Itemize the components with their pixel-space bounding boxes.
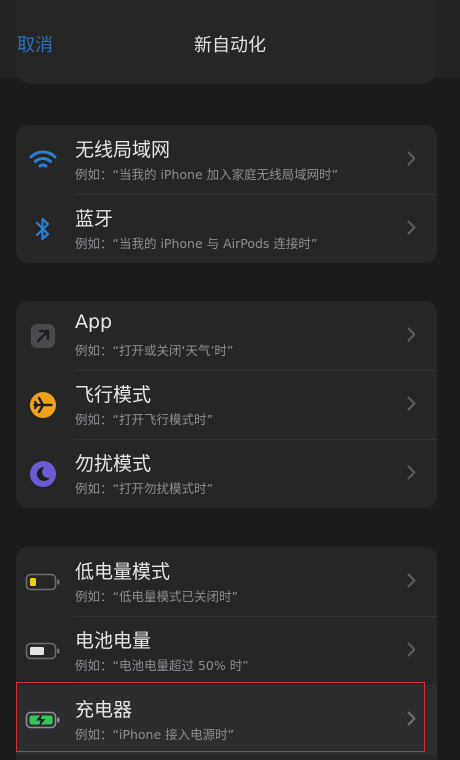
trigger-title: 充电器 — [75, 699, 133, 721]
battery-icon — [25, 636, 61, 666]
trigger-row-app[interactable]: App 例如：“打开或关闭‘天气’时” — [16, 301, 437, 370]
trigger-row-do-not-disturb[interactable]: 勿扰模式 例如：“打开勿扰模式时” — [16, 439, 437, 508]
chevron-right-icon — [407, 465, 416, 484]
trigger-subtitle: 例如：“打开飞行模式时” — [75, 412, 213, 427]
trigger-subtitle: 例如：“当我的 iPhone 加入家庭无线局域网时” — [75, 167, 339, 182]
trigger-group-connectivity: 无线局域网 例如：“当我的 iPhone 加入家庭无线局域网时” 蓝牙 例如：“… — [16, 125, 437, 263]
row-divider — [75, 194, 437, 195]
chevron-right-icon — [407, 711, 416, 730]
trigger-row-wifi[interactable]: 无线局域网 例如：“当我的 iPhone 加入家庭无线局域网时” — [16, 125, 437, 194]
page-title: 新自动化 — [194, 35, 266, 56]
trigger-subtitle: 例如：“打开勿扰模式时” — [75, 481, 213, 496]
trigger-title: 飞行模式 — [75, 384, 152, 406]
trigger-row-low-power-mode[interactable]: 低电量模式 例如：“低电量模式已关闭时” — [16, 547, 437, 616]
chevron-right-icon — [407, 220, 416, 239]
trigger-subtitle: 例如：“iPhone 接入电源时” — [75, 727, 235, 742]
trigger-title: 无线局域网 — [75, 139, 171, 161]
trigger-subtitle: 例如：“当我的 iPhone 与 AirPods 连接时” — [75, 236, 318, 251]
row-divider — [75, 685, 437, 686]
trigger-row-airplane-mode[interactable]: 飞行模式 例如：“打开飞行模式时” — [16, 370, 437, 439]
chevron-right-icon — [407, 573, 416, 592]
trigger-subtitle: 例如：“低电量模式已关闭时” — [75, 589, 238, 604]
bluetooth-icon — [28, 214, 58, 244]
trigger-row-charger[interactable]: 充电器 例如：“iPhone 接入电源时” — [16, 685, 437, 754]
row-divider — [75, 370, 437, 371]
chevron-right-icon — [407, 396, 416, 415]
app-arrow-icon — [28, 321, 58, 351]
trigger-title: 低电量模式 — [75, 561, 171, 583]
low-battery-icon — [25, 567, 61, 597]
row-divider — [75, 439, 437, 440]
row-divider — [75, 616, 437, 617]
navigation-bar: 取消 新自动化 — [0, 0, 460, 84]
trigger-row-battery-level[interactable]: 电池电量 例如：“电池电量超过 50% 时” — [16, 616, 437, 685]
wifi-icon — [28, 145, 58, 175]
trigger-title: 蓝牙 — [75, 208, 114, 230]
trigger-subtitle: 例如：“电池电量超过 50% 时” — [75, 658, 249, 673]
airplane-icon — [28, 390, 58, 420]
chevron-right-icon — [407, 642, 416, 661]
trigger-group-power: 低电量模式 例如：“低电量模式已关闭时” 电池电量 例如：“电池电量超过 50%… — [16, 547, 437, 760]
trigger-title: 电池电量 — [75, 630, 152, 652]
trigger-title: App — [75, 311, 113, 333]
chevron-right-icon — [407, 151, 416, 170]
charging-battery-icon — [25, 705, 61, 735]
trigger-group-modes: App 例如：“打开或关闭‘天气’时” 飞行模式 例如：“打开飞行模式时” 勿扰… — [16, 301, 437, 508]
chevron-right-icon — [407, 327, 416, 346]
trigger-title: 勿扰模式 — [75, 453, 152, 475]
trigger-row-bluetooth[interactable]: 蓝牙 例如：“当我的 iPhone 与 AirPods 连接时” — [16, 194, 437, 263]
moon-icon — [28, 459, 58, 489]
trigger-subtitle: 例如：“打开或关闭‘天气’时” — [75, 343, 234, 358]
